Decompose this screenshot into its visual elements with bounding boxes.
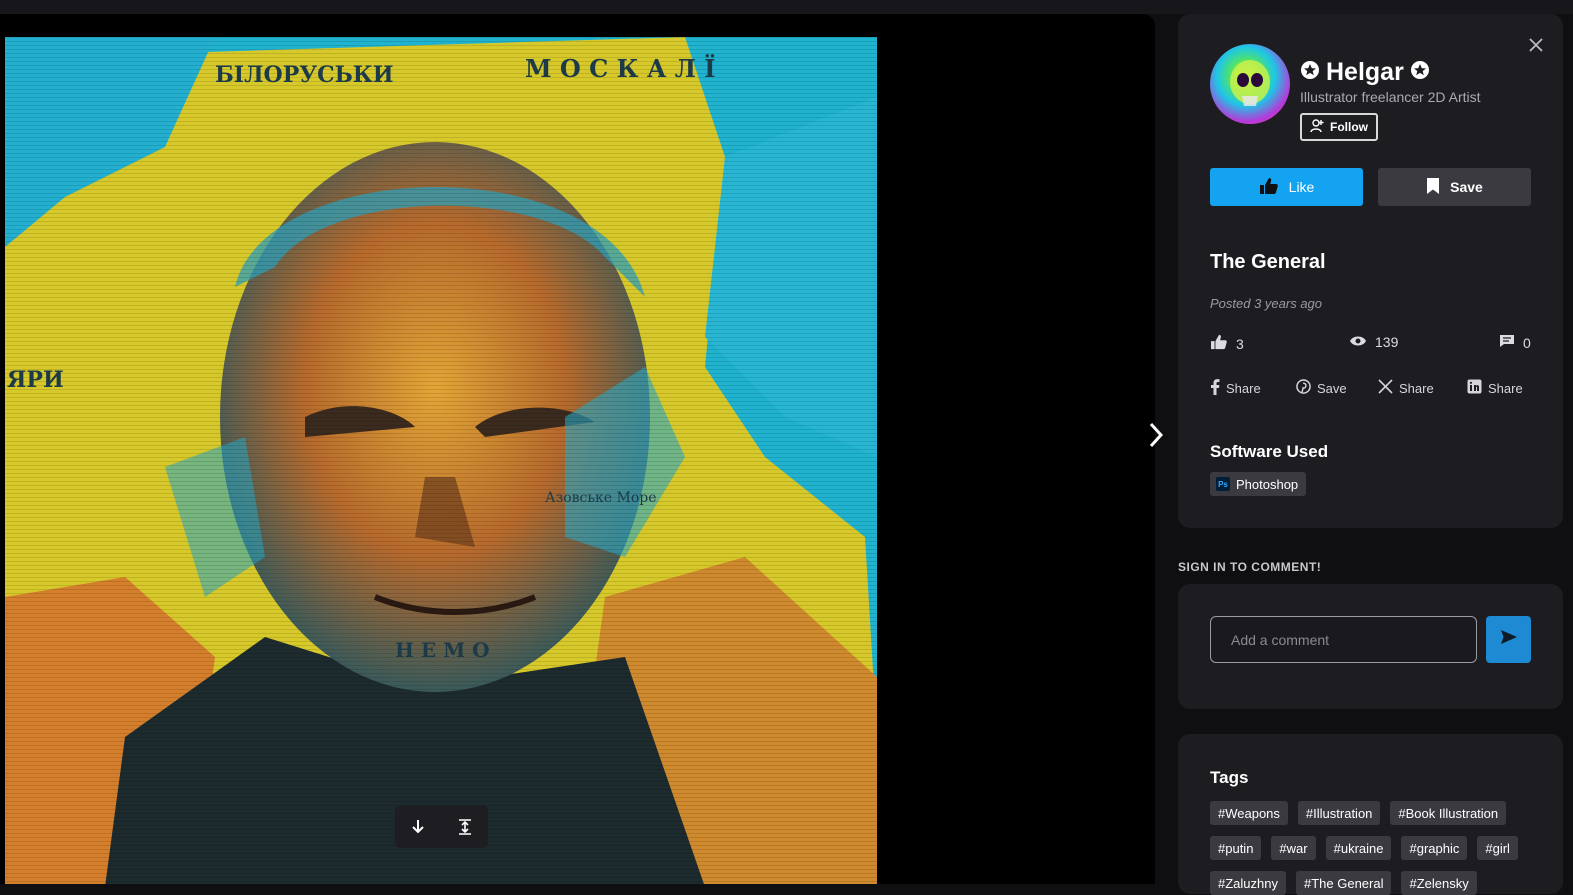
tag-chip[interactable]: #girl — [1477, 836, 1518, 860]
tag-chip[interactable]: #putin — [1210, 836, 1262, 860]
artist-name[interactable]: Helgar — [1326, 58, 1404, 87]
save-label: Save — [1450, 179, 1483, 195]
tag-chip[interactable]: #war — [1271, 836, 1316, 860]
tag-chip[interactable]: #The General — [1295, 871, 1392, 895]
artist-subtitle: Illustrator freelancer 2D Artist — [1300, 89, 1481, 105]
close-icon[interactable] — [1527, 36, 1545, 54]
badge-star-icon — [1300, 60, 1320, 85]
share-facebook[interactable]: Share — [1210, 379, 1261, 398]
software-heading: Software Used — [1210, 442, 1329, 461]
software-chip-photoshop[interactable]: Ps Photoshop — [1210, 472, 1307, 496]
software-name: Photoshop — [1236, 476, 1299, 492]
views-count: 139 — [1375, 334, 1399, 350]
like-button[interactable]: Like — [1210, 168, 1363, 206]
tag-chip[interactable]: #ukraine — [1325, 836, 1392, 860]
svg-text:М О С К А Л Ї: М О С К А Л Ї — [525, 54, 716, 83]
share-pinterest[interactable]: Save — [1296, 379, 1347, 397]
share-linkedin[interactable]: Share — [1467, 379, 1523, 397]
thumbs-up-icon — [1259, 177, 1279, 198]
comment-icon — [1499, 334, 1515, 351]
tags-panel: Tags #Weapons #Illustration #Book Illust… — [1178, 734, 1563, 895]
next-artwork-arrow[interactable] — [1144, 420, 1168, 450]
facebook-icon — [1210, 379, 1220, 398]
thumbs-up-icon — [1210, 334, 1228, 353]
artist-name-row: Helgar — [1300, 58, 1430, 87]
tag-chip[interactable]: #Weapons — [1210, 801, 1288, 825]
add-user-icon — [1310, 118, 1324, 136]
share-facebook-label: Share — [1226, 381, 1261, 396]
artwork-info-panel: Helgar Illustrator freelancer 2D Artist … — [1178, 14, 1563, 528]
svg-text:Н Е М О: Н Е М О — [395, 638, 490, 662]
svg-text:ЯРИ: ЯРИ — [7, 367, 64, 393]
artwork-viewer: БІЛОРУСЬКИ М О С К А Л Ї ЯРИ Азовське Мо… — [0, 14, 1155, 884]
send-comment-button[interactable] — [1486, 616, 1531, 663]
share-pinterest-label: Save — [1317, 380, 1347, 396]
tag-chip[interactable]: #Zaluzhny — [1210, 871, 1286, 895]
download-icon[interactable] — [408, 817, 428, 837]
eye-icon — [1349, 334, 1367, 350]
sign-in-to-comment[interactable]: SIGN IN TO COMMENT! — [1178, 560, 1321, 574]
bookmark-icon — [1426, 177, 1440, 198]
comment-panel — [1178, 584, 1563, 709]
comment-input[interactable] — [1210, 616, 1477, 663]
share-linkedin-label: Share — [1488, 380, 1523, 396]
tag-chip[interactable]: #Book Illustration — [1390, 801, 1507, 825]
pinterest-icon — [1296, 379, 1311, 397]
comments-count: 0 — [1523, 334, 1531, 351]
artwork-image[interactable]: БІЛОРУСЬКИ М О С К А Л Ї ЯРИ Азовське Мо… — [5, 37, 877, 884]
photoshop-icon: Ps — [1216, 477, 1230, 491]
follow-button[interactable]: Follow — [1300, 113, 1378, 141]
tag-chip[interactable]: #graphic — [1401, 836, 1468, 860]
tags-heading: Tags — [1210, 768, 1249, 787]
posted-date: Posted 3 years ago — [1210, 296, 1323, 311]
follow-label: Follow — [1330, 120, 1368, 134]
views-stat: 139 — [1349, 334, 1398, 350]
artist-avatar[interactable] — [1210, 44, 1290, 124]
svg-text:Азовське Море: Азовське Море — [545, 490, 657, 506]
like-label: Like — [1288, 179, 1315, 195]
badge-star-icon — [1410, 60, 1430, 85]
share-x[interactable]: Share — [1378, 379, 1434, 397]
likes-count: 3 — [1236, 335, 1244, 352]
image-toolbar — [395, 805, 488, 848]
send-icon — [1500, 629, 1518, 650]
comments-stat: 0 — [1499, 334, 1531, 351]
likes-stat: 3 — [1210, 334, 1244, 353]
share-x-label: Share — [1399, 380, 1434, 396]
svg-text:БІЛОРУСЬКИ: БІЛОРУСЬКИ — [215, 62, 394, 88]
linkedin-icon — [1467, 379, 1482, 397]
save-button[interactable]: Save — [1378, 168, 1531, 206]
tags-list: #Weapons #Illustration #Book Illustratio… — [1210, 801, 1540, 895]
top-bar — [0, 0, 1573, 14]
tag-chip[interactable]: #Illustration — [1297, 801, 1381, 825]
artwork-title: The General — [1210, 251, 1326, 273]
fit-height-icon[interactable] — [455, 817, 475, 837]
tag-chip[interactable]: #Zelensky — [1401, 871, 1477, 895]
x-icon — [1378, 379, 1393, 397]
